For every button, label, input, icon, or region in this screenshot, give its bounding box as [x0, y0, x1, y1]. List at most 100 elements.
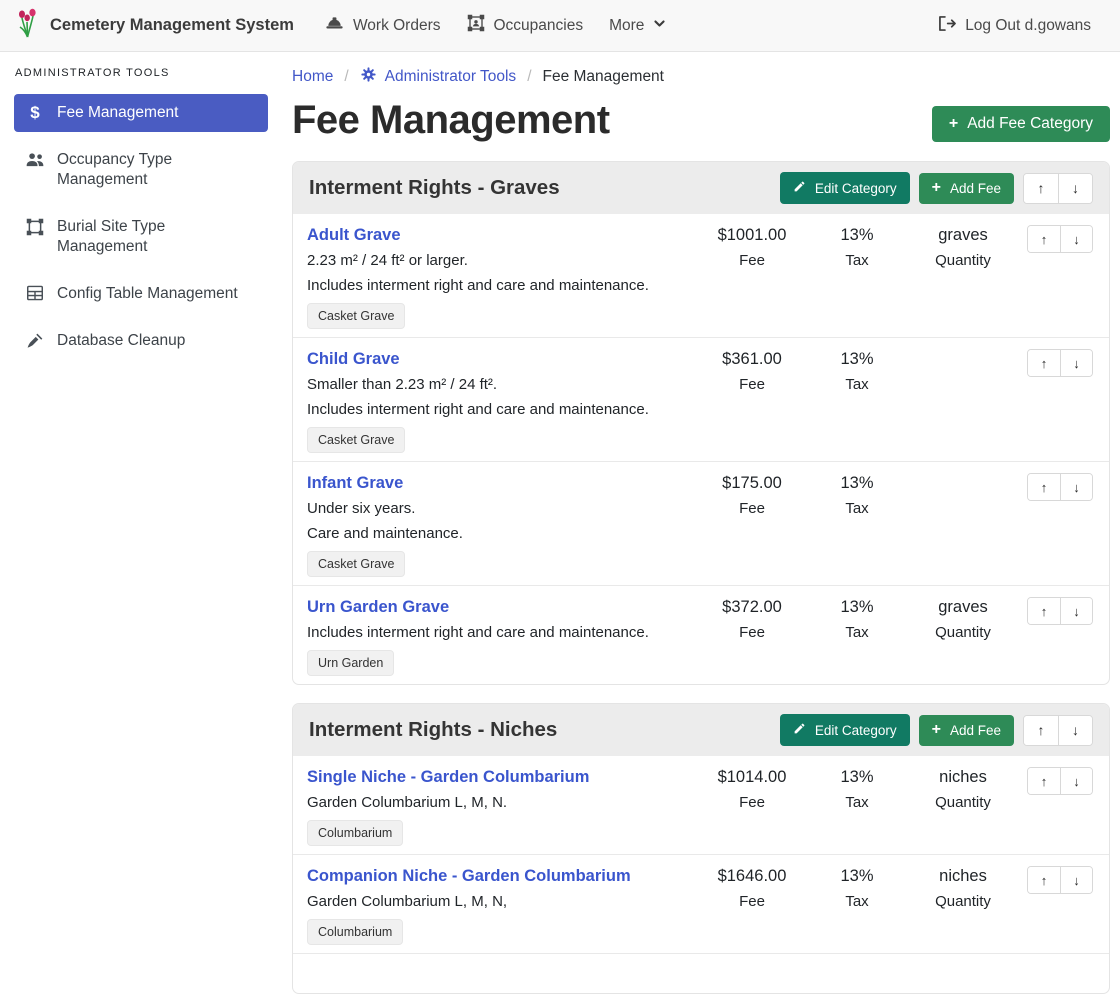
category-move-up-button[interactable]: ↑ [1024, 716, 1058, 745]
fee-amount: $175.00 [697, 473, 807, 494]
edit-category-label: Edit Category [815, 723, 897, 738]
sidebar-item-label: Occupancy Type Management [57, 150, 258, 190]
breadcrumb-home-link[interactable]: Home [292, 68, 333, 86]
category-move-up-button[interactable]: ↑ [1024, 174, 1058, 203]
sidebar-item-fee-management[interactable]: $ Fee Management [14, 94, 268, 132]
sidebar: ADMINISTRATOR TOOLS $ Fee Management Occ… [0, 52, 280, 939]
fee-move-down-button[interactable]: ↓ [1060, 474, 1092, 500]
nav-work-orders-label: Work Orders [353, 17, 441, 35]
fee-move-up-button[interactable]: ↑ [1028, 350, 1060, 376]
logout-button[interactable]: Log Out d.gowans [924, 7, 1104, 45]
category-actions: Edit Category + Add Fee ↑ ↓ [780, 172, 1093, 204]
fee-name-link[interactable]: Infant Grave [307, 473, 403, 494]
fee-reorder-group: ↑ ↓ [1027, 349, 1093, 377]
fee-name-link[interactable]: Adult Grave [307, 225, 401, 246]
top-navbar: Cemetery Management System Work Orders O [0, 0, 1120, 52]
fee-quantity: niches [907, 767, 1019, 788]
vector-square-icon [24, 218, 46, 236]
fee-reorder-group: ↑ ↓ [1027, 225, 1093, 253]
add-fee-label: Add Fee [950, 181, 1001, 196]
users-icon [24, 151, 46, 168]
fee-amount-label: Fee [697, 499, 807, 519]
category-reorder-group: ↑ ↓ [1023, 715, 1093, 746]
fee-description: Under six years. [307, 499, 697, 519]
fee-type-badge: Columbarium [307, 919, 403, 945]
fee-name-link[interactable]: Child Grave [307, 349, 400, 370]
dollar-icon: $ [24, 104, 46, 122]
fee-move-up-button[interactable]: ↑ [1028, 226, 1060, 252]
edit-category-label: Edit Category [815, 181, 897, 196]
fee-tax: 13% [807, 225, 907, 246]
fee-tax: 13% [807, 473, 907, 494]
fee-type-badge: Urn Garden [307, 650, 394, 676]
fee-amount-label: Fee [697, 793, 807, 813]
add-fee-button[interactable]: + Add Fee [919, 173, 1014, 204]
hard-hat-icon [325, 15, 344, 37]
category-header: Interment Rights - Niches Edit Category … [293, 704, 1109, 756]
fee-tax-label: Tax [807, 375, 907, 395]
fee-tax-label: Tax [807, 892, 907, 912]
sidebar-item-burial-site-type[interactable]: Burial Site Type Management [14, 208, 268, 266]
nav-occupancies[interactable]: Occupancies [454, 6, 597, 45]
add-fee-label: Add Fee [950, 723, 1001, 738]
sidebar-item-config-table[interactable]: Config Table Management [14, 275, 268, 313]
add-fee-category-button[interactable]: + Add Fee Category [932, 106, 1110, 142]
add-fee-category-label: Add Fee Category [967, 115, 1093, 133]
fee-move-down-button[interactable]: ↓ [1060, 598, 1092, 624]
category-move-down-button[interactable]: ↓ [1058, 174, 1092, 203]
nav-work-orders[interactable]: Work Orders [312, 7, 454, 45]
fee-row: Infant Grave Under six years. Care and m… [293, 461, 1109, 585]
brand-title: Cemetery Management System [50, 16, 294, 35]
category-title: Interment Rights - Graves [309, 176, 560, 200]
page-title: Fee Management [292, 98, 610, 143]
fee-tax: 13% [807, 866, 907, 887]
fee-description: Garden Columbarium L, M, N. [307, 793, 697, 813]
fee-name-link[interactable]: Urn Garden Grave [307, 597, 449, 618]
fee-description: Care and maintenance. [307, 524, 697, 544]
main-content: Home / Administrator Tool [280, 52, 1120, 939]
occupancy-frame-icon [467, 14, 485, 37]
fee-tax: 13% [807, 349, 907, 370]
fee-move-up-button[interactable]: ↑ [1028, 598, 1060, 624]
fee-reorder-group: ↑ ↓ [1027, 866, 1093, 894]
nav-more[interactable]: More [596, 9, 679, 43]
fee-move-down-button[interactable]: ↓ [1060, 867, 1092, 893]
logout-icon [937, 15, 956, 37]
breadcrumb-separator: / [344, 68, 348, 86]
breadcrumb-admin-tools-label: Administrator Tools [385, 68, 517, 86]
breadcrumb-admin-tools-link[interactable]: Administrator Tools [360, 66, 517, 88]
brand[interactable]: Cemetery Management System [16, 8, 294, 43]
fee-row [293, 953, 1109, 993]
fee-amount-label: Fee [697, 623, 807, 643]
plus-icon: + [932, 181, 941, 195]
fee-type-badge: Columbarium [307, 820, 403, 846]
sidebar-item-label: Database Cleanup [57, 331, 185, 351]
fee-amount: $1001.00 [697, 225, 807, 246]
fee-row: Single Niche - Garden Columbarium Garden… [293, 756, 1109, 854]
fee-tax-label: Tax [807, 499, 907, 519]
fee-category-card: Interment Rights - Niches Edit Category … [292, 703, 1110, 994]
fee-move-up-button[interactable]: ↑ [1028, 474, 1060, 500]
fee-move-down-button[interactable]: ↓ [1060, 350, 1092, 376]
fee-quantity-label: Quantity [907, 251, 1019, 271]
category-move-down-button[interactable]: ↓ [1058, 716, 1092, 745]
edit-category-button[interactable]: Edit Category [780, 714, 910, 746]
breadcrumb-current: Fee Management [543, 68, 665, 86]
logout-label: Log Out d.gowans [965, 17, 1091, 35]
page-header: Fee Management + Add Fee Category [292, 96, 1110, 143]
fee-name-link[interactable]: Single Niche - Garden Columbarium [307, 767, 589, 788]
sidebar-item-occupancy-type[interactable]: Occupancy Type Management [14, 141, 268, 199]
breadcrumb-separator: / [527, 68, 531, 86]
fee-move-down-button[interactable]: ↓ [1060, 768, 1092, 794]
fee-row: Urn Garden Grave Includes interment righ… [293, 585, 1109, 684]
fee-type-badge: Casket Grave [307, 427, 405, 453]
fee-move-down-button[interactable]: ↓ [1060, 226, 1092, 252]
add-fee-button[interactable]: + Add Fee [919, 715, 1014, 746]
edit-category-button[interactable]: Edit Category [780, 172, 910, 204]
fee-name-link[interactable]: Companion Niche - Garden Columbarium [307, 866, 631, 887]
fee-move-up-button[interactable]: ↑ [1028, 867, 1060, 893]
sidebar-item-database-cleanup[interactable]: Database Cleanup [14, 322, 268, 360]
fee-amount: $1646.00 [697, 866, 807, 887]
fee-quantity: niches [907, 866, 1019, 887]
fee-move-up-button[interactable]: ↑ [1028, 768, 1060, 794]
